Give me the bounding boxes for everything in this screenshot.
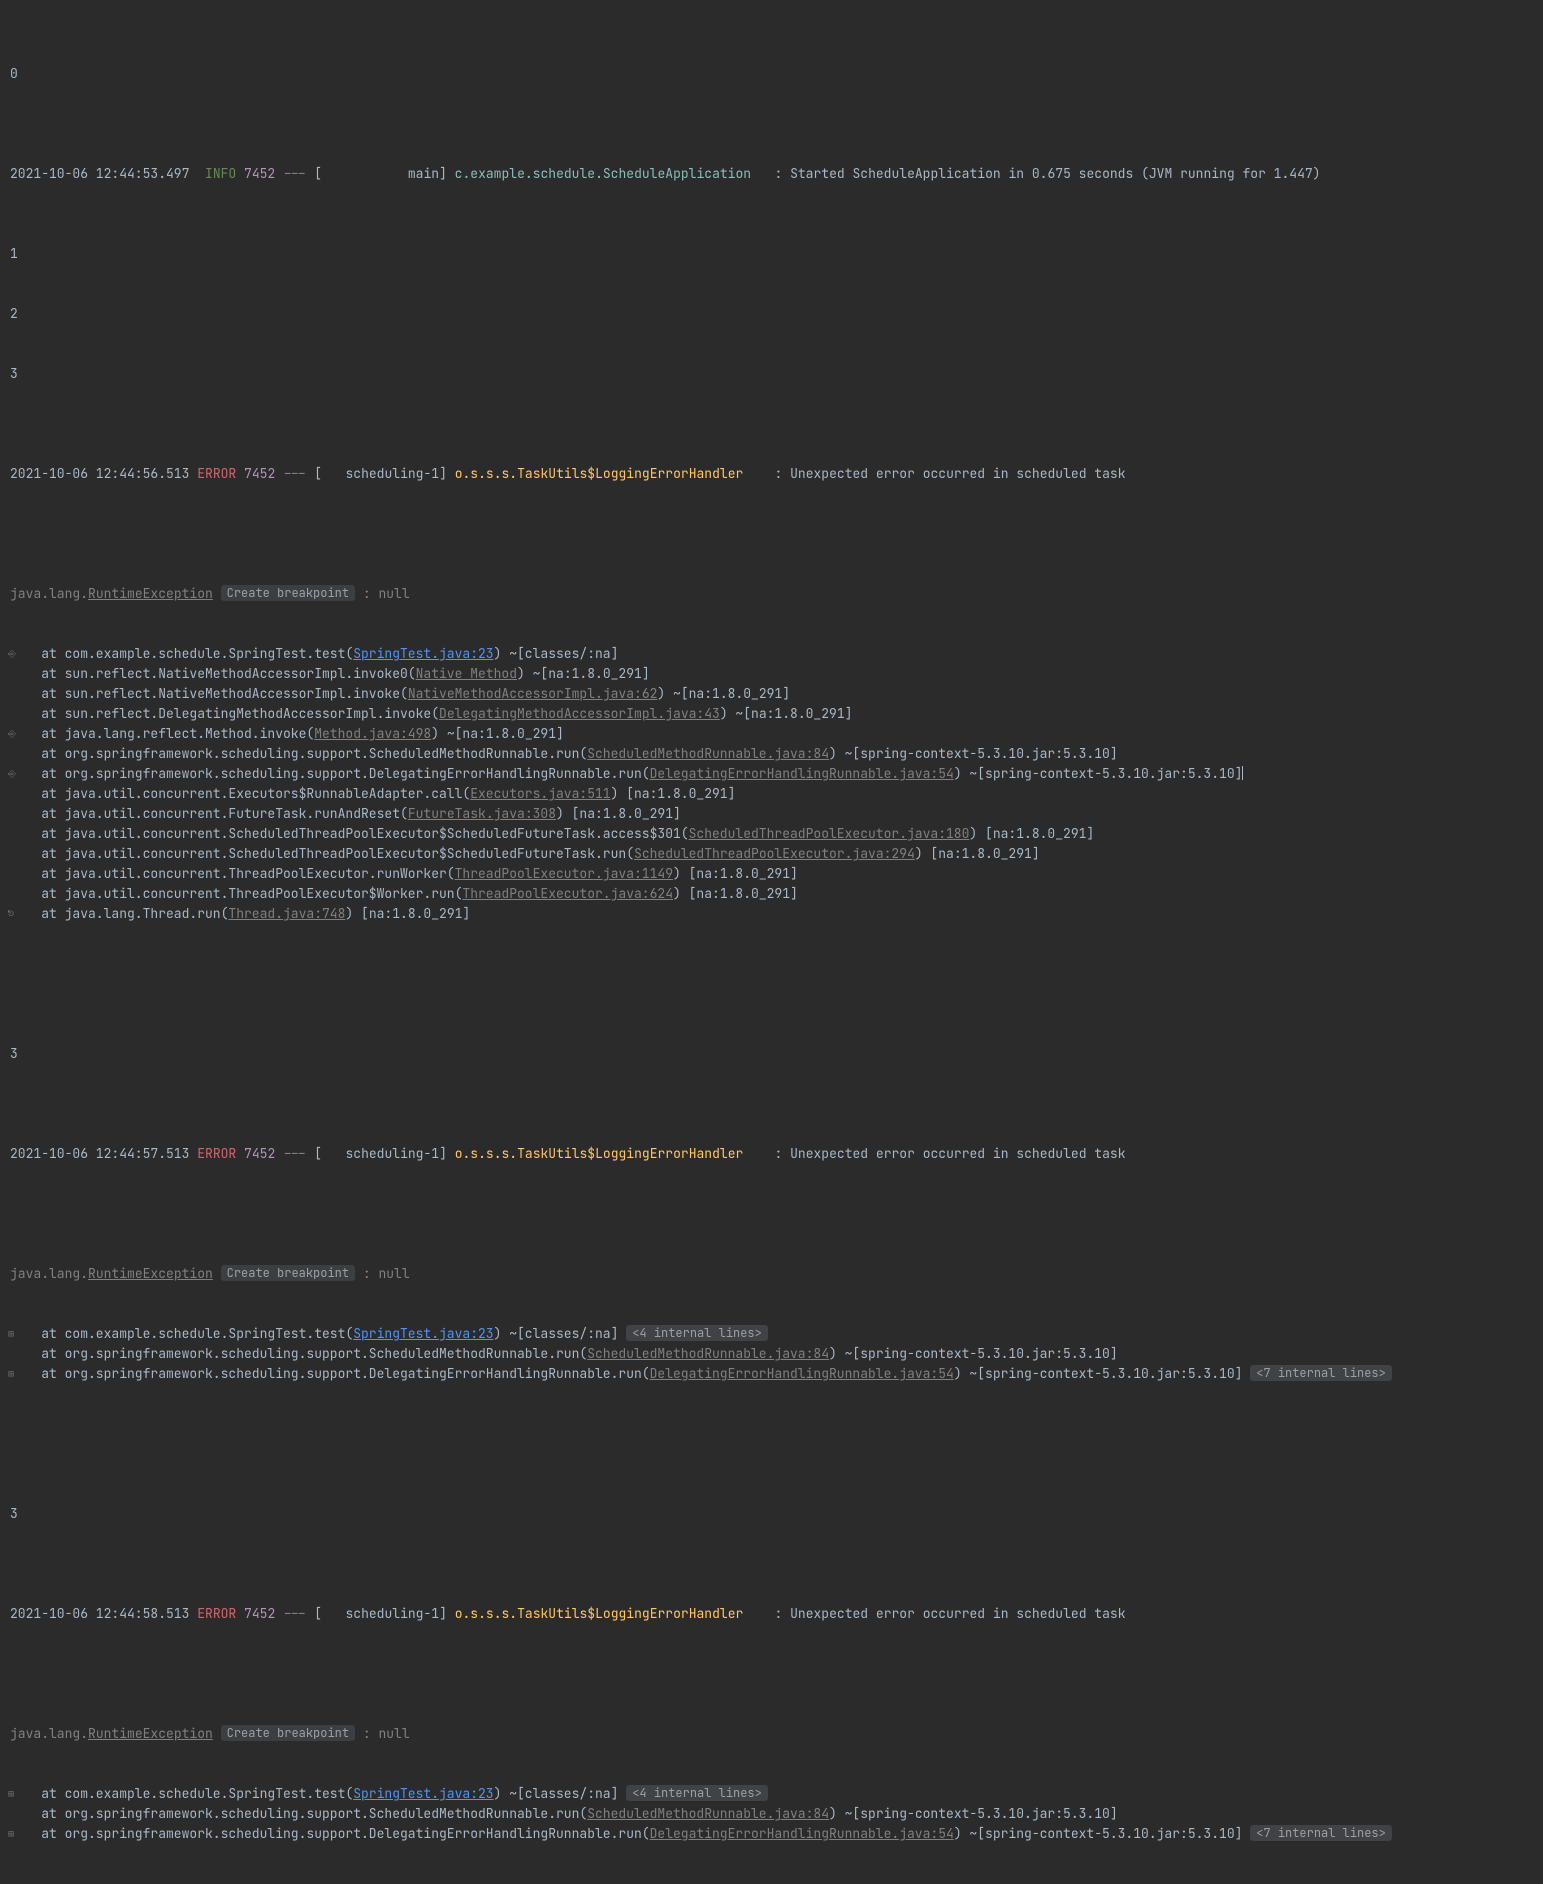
blank	[10, 964, 1533, 984]
fold-gutter-icon[interactable]: ⊞	[8, 1824, 14, 1844]
stack-frame: ⎆ at com.example.schedule.SpringTest.tes…	[10, 644, 1533, 664]
stack-frame: at java.util.concurrent.ScheduledThreadP…	[10, 844, 1533, 864]
source-link[interactable]: ScheduledMethodRunnable.java:84	[587, 1345, 829, 1362]
exception-header: java.lang.RuntimeException Create breakp…	[10, 1724, 1533, 1744]
blank	[10, 1204, 1533, 1224]
stack-frame: at org.springframework.scheduling.suppor…	[10, 1804, 1533, 1824]
source-link[interactable]: ThreadPoolExecutor.java:1149	[455, 865, 673, 882]
blank	[10, 1424, 1533, 1444]
stack-frame: ⊞ at org.springframework.scheduling.supp…	[10, 1364, 1533, 1384]
stack-frame: at java.util.concurrent.ThreadPoolExecut…	[10, 884, 1533, 904]
exception-header: java.lang.RuntimeException Create breakp…	[10, 1264, 1533, 1284]
fold-gutter-icon[interactable]: ⊞	[8, 1364, 14, 1384]
source-link[interactable]: FutureTask.java:308	[408, 805, 556, 822]
source-link[interactable]: NativeMethodAccessorImpl.java:62	[408, 685, 658, 702]
source-link[interactable]: DelegatingErrorHandlingRunnable.java:54	[650, 765, 954, 782]
stack-frame: at java.util.concurrent.ScheduledThreadP…	[10, 824, 1533, 844]
source-link[interactable]: ScheduledMethodRunnable.java:84	[587, 1805, 829, 1822]
folded-lines-chip[interactable]: <4 internal lines>	[626, 1785, 768, 1801]
stack-frame: at sun.reflect.NativeMethodAccessorImpl.…	[10, 684, 1533, 704]
counter: 3	[10, 364, 1533, 384]
stack-frame: at sun.reflect.DelegatingMethodAccessorI…	[10, 704, 1533, 724]
counter: 3	[10, 1504, 1533, 1524]
folded-lines-chip[interactable]: <7 internal lines>	[1250, 1365, 1392, 1381]
source-link[interactable]: Executors.java:511	[470, 785, 610, 802]
fold-gutter-icon[interactable]: ⊞	[8, 1784, 14, 1804]
source-link[interactable]: Method.java:498	[314, 725, 431, 742]
fold-gutter-icon[interactable]: ⎆	[8, 764, 16, 784]
log-line: 2021-10-06 12:44:53.497 INFO 7452 --- [ …	[10, 164, 1533, 184]
stack-frame: at java.util.concurrent.FutureTask.runAn…	[10, 804, 1533, 824]
counter: 1	[10, 244, 1533, 264]
source-link[interactable]: DelegatingMethodAccessorImpl.java:43	[439, 705, 720, 722]
source-link[interactable]: SpringTest.java:23	[353, 1785, 493, 1802]
log-line: 2021-10-06 12:44:58.513 ERROR 7452 --- […	[10, 1604, 1533, 1624]
stack-frame: ⊞ at com.example.schedule.SpringTest.tes…	[10, 1324, 1533, 1344]
source-link[interactable]: ScheduledMethodRunnable.java:84	[587, 745, 829, 762]
console-output[interactable]: 0 2021-10-06 12:44:53.497 INFO 7452 --- …	[0, 0, 1543, 1884]
blank	[10, 1664, 1533, 1684]
stack-frame: at org.springframework.scheduling.suppor…	[10, 1344, 1533, 1364]
source-link[interactable]: ScheduledThreadPoolExecutor.java:180	[689, 825, 970, 842]
counter: 3	[10, 1044, 1533, 1064]
stack-frame: ⎆ at java.lang.reflect.Method.invoke(Met…	[10, 724, 1533, 744]
counter: 0	[10, 64, 1533, 84]
stack-frame: at org.springframework.scheduling.suppor…	[10, 744, 1533, 764]
stack-frame: ⎋ at java.lang.Thread.run(Thread.java:74…	[10, 904, 1533, 924]
source-link[interactable]: ScheduledThreadPoolExecutor.java:294	[634, 845, 915, 862]
stack-frame: ⊞ at com.example.schedule.SpringTest.tes…	[10, 1784, 1533, 1804]
source-link[interactable]: SpringTest.java:23	[353, 645, 493, 662]
stack-frame: at java.util.concurrent.ThreadPoolExecut…	[10, 864, 1533, 884]
fold-gutter-icon[interactable]: ⎆	[8, 644, 16, 664]
text-caret	[1242, 766, 1243, 780]
fold-gutter-icon[interactable]: ⎆	[8, 724, 16, 744]
exception-class-link[interactable]: RuntimeException	[88, 585, 213, 602]
stack-frame: at sun.reflect.NativeMethodAccessorImpl.…	[10, 664, 1533, 684]
counter: 2	[10, 304, 1533, 324]
create-breakpoint-chip[interactable]: Create breakpoint	[221, 1725, 355, 1741]
stack-frame: ⎆ at org.springframework.scheduling.supp…	[10, 764, 1533, 784]
blank	[10, 524, 1533, 544]
folded-lines-chip[interactable]: <7 internal lines>	[1250, 1825, 1392, 1841]
source-link[interactable]: ThreadPoolExecutor.java:624	[462, 885, 673, 902]
folded-lines-chip[interactable]: <4 internal lines>	[626, 1325, 768, 1341]
source-link[interactable]: DelegatingErrorHandlingRunnable.java:54	[650, 1365, 954, 1382]
create-breakpoint-chip[interactable]: Create breakpoint	[221, 1265, 355, 1281]
stack-frame: ⊞ at org.springframework.scheduling.supp…	[10, 1824, 1533, 1844]
fold-gutter-icon[interactable]: ⎋	[8, 904, 14, 924]
source-link[interactable]: Thread.java:748	[228, 905, 345, 922]
exception-class-link[interactable]: RuntimeException	[88, 1725, 213, 1742]
log-line: 2021-10-06 12:44:56.513 ERROR 7452 --- […	[10, 464, 1533, 484]
source-link[interactable]: SpringTest.java:23	[353, 1325, 493, 1342]
exception-header: java.lang.RuntimeException Create breakp…	[10, 584, 1533, 604]
source-link[interactable]: DelegatingErrorHandlingRunnable.java:54	[650, 1825, 954, 1842]
fold-gutter-icon[interactable]: ⊞	[8, 1324, 14, 1344]
source-link[interactable]: Native Method	[416, 665, 517, 682]
stack-frame: at java.util.concurrent.Executors$Runnab…	[10, 784, 1533, 804]
create-breakpoint-chip[interactable]: Create breakpoint	[221, 585, 355, 601]
log-line: 2021-10-06 12:44:57.513 ERROR 7452 --- […	[10, 1144, 1533, 1164]
exception-class-link[interactable]: RuntimeException	[88, 1265, 213, 1282]
